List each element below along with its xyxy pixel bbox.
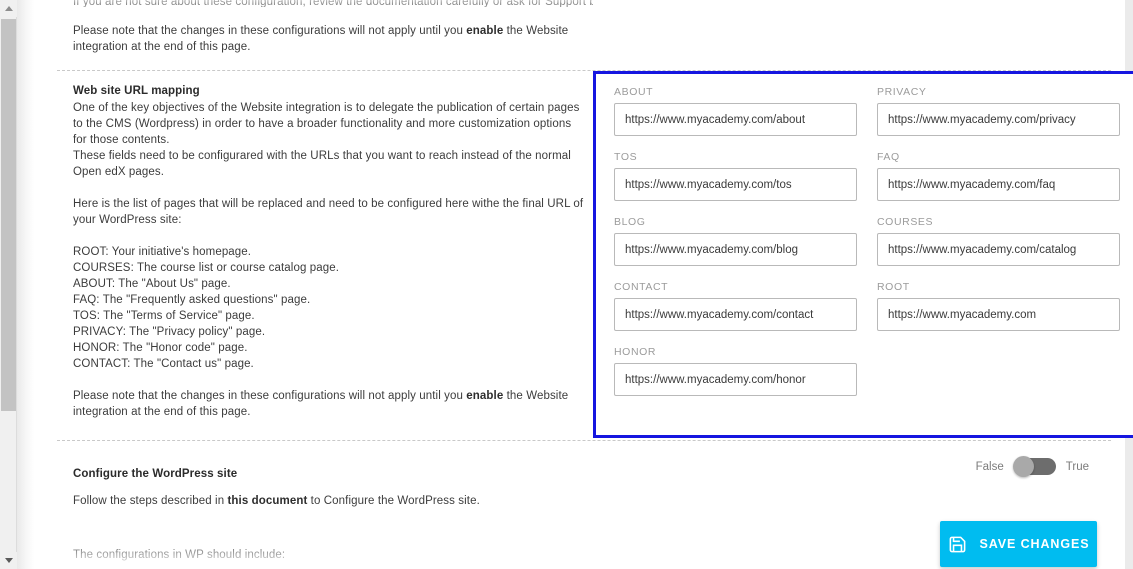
page-list-item: COURSES: The course list or course catal… <box>73 262 340 274</box>
save-changes-label: SAVE CHANGES <box>979 537 1090 551</box>
url-mapping-description: Web site URL mapping One of the key obje… <box>73 83 585 420</box>
intro-note-strong: enable <box>466 25 504 37</box>
field-label-about: ABOUT <box>614 86 654 98</box>
page-list-item: CONTACT: The "Contact us" page. <box>73 358 254 370</box>
page-gutter-left <box>17 0 34 569</box>
field-tos: TOS <box>614 151 857 201</box>
wordpress-include-line: The configurations in WP should include: <box>73 549 286 561</box>
page-list-item: ROOT: Your initiative's homepage. <box>73 246 252 258</box>
intro-note: Please note that the changes in these co… <box>73 23 593 55</box>
content-sheet: If you are not sure about these configur… <box>43 0 1133 569</box>
wordpress-description: Configure the WordPress site Follow the … <box>73 454 633 569</box>
intro-block: If you are not sure about these configur… <box>73 0 593 55</box>
tos-url-input[interactable] <box>614 168 857 201</box>
intro-note-part1: Please note that the changes in these co… <box>73 25 467 37</box>
page-list-item: FAQ: The "Frequently asked questions" pa… <box>73 294 311 306</box>
url-field-grid: ABOUT PRIVACY TOS FAQ <box>614 86 1120 396</box>
url-mapping-form-panel: ABOUT PRIVACY TOS FAQ <box>593 71 1133 438</box>
url-mapping-paragraph-3: Here is the list of pages that will be r… <box>73 198 584 226</box>
wordpress-document-link[interactable]: this document <box>228 495 308 507</box>
app-root: If you are not sure about these configur… <box>0 0 1133 569</box>
enable-integration-toggle[interactable] <box>1012 456 1056 477</box>
faq-url-input[interactable] <box>877 168 1120 201</box>
field-label-tos: TOS <box>614 151 638 163</box>
blog-url-input[interactable] <box>614 233 857 266</box>
field-label-root: ROOT <box>877 281 910 293</box>
toggle-false-label: False <box>975 460 1004 473</box>
intro-clipped-line: If you are not sure about these configur… <box>73 0 593 7</box>
url-mapping-note-strong: enable <box>466 390 504 402</box>
separator-bottom <box>57 440 1111 441</box>
wordpress-follow-line: Follow the steps described in this docum… <box>73 493 633 509</box>
field-about: ABOUT <box>614 86 857 136</box>
wordpress-heading: Configure the WordPress site <box>73 467 238 480</box>
toggle-knob[interactable] <box>1012 456 1034 477</box>
field-contact: CONTACT <box>614 281 857 331</box>
field-label-contact: CONTACT <box>614 281 669 293</box>
url-mapping-note: Please note that the changes in these co… <box>73 388 585 420</box>
save-changes-button[interactable]: SAVE CHANGES <box>940 521 1097 567</box>
enable-integration-toggle-row: False True <box>975 456 1089 477</box>
page-canvas: If you are not sure about these configur… <box>17 0 1133 569</box>
scrollbar-thumb[interactable] <box>1 19 16 411</box>
page-list-item: TOS: The "Terms of Service" page. <box>73 310 255 322</box>
privacy-url-input[interactable] <box>877 103 1120 136</box>
url-mapping-heading: Web site URL mapping <box>73 85 200 97</box>
field-honor: HONOR <box>614 346 857 396</box>
honor-url-input[interactable] <box>614 363 857 396</box>
scrollbar-down-arrow-icon[interactable] <box>0 552 17 569</box>
field-label-privacy: PRIVACY <box>877 86 927 98</box>
field-faq: FAQ <box>877 151 1120 201</box>
field-courses: COURSES <box>877 216 1120 266</box>
field-root: ROOT <box>877 281 1120 331</box>
url-mapping-paragraph-2: These fields need to be configurared wit… <box>73 150 571 178</box>
url-mapping-note-part1: Please note that the changes in these co… <box>73 390 467 402</box>
url-mapping-paragraph-1: One of the key objectives of the Website… <box>73 102 580 146</box>
field-blog: BLOG <box>614 216 857 266</box>
wordpress-follow-part1: Follow the steps described in <box>73 495 228 507</box>
save-floppy-icon <box>948 535 967 554</box>
vertical-scrollbar[interactable] <box>0 0 17 569</box>
field-label-honor: HONOR <box>614 346 657 358</box>
field-label-blog: BLOG <box>614 216 646 228</box>
toggle-true-label: True <box>1065 460 1089 473</box>
wordpress-section: Configure the WordPress site Follow the … <box>43 450 1125 569</box>
field-privacy: PRIVACY <box>877 86 1120 136</box>
page-list-item: ABOUT: The "About Us" page. <box>73 278 231 290</box>
page-list-item: HONOR: The "Honor code" page. <box>73 342 248 354</box>
wordpress-follow-part2: to Configure the WordPress site. <box>307 495 480 507</box>
url-mapping-page-list: ROOT: Your initiative's homepage. COURSE… <box>73 244 585 372</box>
courses-url-input[interactable] <box>877 233 1120 266</box>
page-list-item: PRIVACY: The "Privacy policy" page. <box>73 326 266 338</box>
about-url-input[interactable] <box>614 103 857 136</box>
contact-url-input[interactable] <box>614 298 857 331</box>
field-label-faq: FAQ <box>877 151 900 163</box>
field-label-courses: COURSES <box>877 216 934 228</box>
root-url-input[interactable] <box>877 298 1120 331</box>
scrollbar-up-arrow-icon[interactable] <box>0 0 17 17</box>
